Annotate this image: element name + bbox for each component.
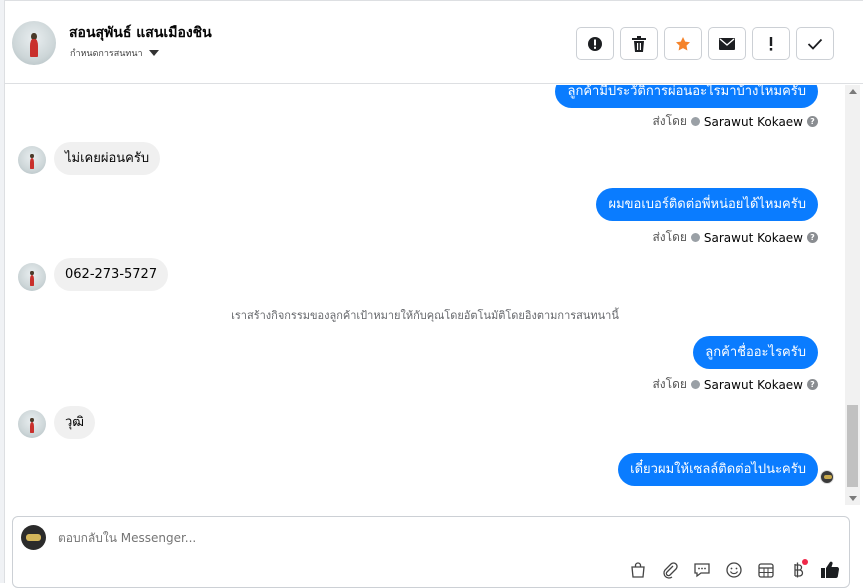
saved-reply-icon[interactable] xyxy=(691,559,713,581)
sent-by-label: ส่งโดย xyxy=(652,114,687,128)
like-icon[interactable] xyxy=(819,559,841,581)
follow-up-button[interactable] xyxy=(752,27,790,60)
composer-toolbar xyxy=(627,559,841,581)
shopping-bag-icon[interactable] xyxy=(627,559,649,581)
outgoing-message[interactable]: เดี๋ยวผมให้เซลล์ติดต่อไปนะครับ xyxy=(618,453,818,486)
star-button[interactable] xyxy=(664,27,702,60)
alert-circle-icon xyxy=(588,36,602,51)
help-icon[interactable]: ? xyxy=(807,116,818,127)
conversation-header: สอนสุพันธ์ แสนเมืองชิน กำหนดการสนทนา xyxy=(5,0,863,84)
contact-name[interactable]: สอนสุพันธ์ แสนเมืองชิน xyxy=(69,22,212,44)
delete-button[interactable] xyxy=(620,27,658,60)
star-icon xyxy=(676,36,690,50)
scrollbar-thumb[interactable] xyxy=(847,405,858,487)
sent-by-label: ส่งโดย xyxy=(652,377,687,391)
thread-scrollbar[interactable] xyxy=(845,85,860,505)
sent-by-info: ส่งโดย Sarawut Kokaew ? xyxy=(652,112,818,131)
exclamation-icon xyxy=(769,36,773,51)
sender-name: Sarawut Kokaew xyxy=(703,114,803,129)
reply-input[interactable] xyxy=(58,531,558,545)
contact-avatar-small[interactable] xyxy=(18,410,46,438)
emoji-icon[interactable] xyxy=(723,559,745,581)
contact-avatar-small[interactable] xyxy=(18,146,46,174)
incoming-message[interactable]: 062-273-5727 xyxy=(54,258,169,291)
outgoing-message[interactable]: ผมขอเบอร์ติดต่อพี่หน่อยได้ไหมครับ xyxy=(596,188,818,221)
incoming-message[interactable]: ไม่เคยผ่อนครับ xyxy=(54,142,161,175)
incoming-message[interactable]: วุฒิ xyxy=(54,406,96,439)
header-actions xyxy=(576,27,834,60)
spam-button[interactable] xyxy=(576,27,614,60)
notification-dot xyxy=(802,559,808,565)
message-thread[interactable]: ลูกค้ามีประวัติการผ่อนอะไรมาบ้างไหมครับ … xyxy=(5,85,845,505)
trash-icon xyxy=(632,35,646,52)
outgoing-message[interactable]: ลูกค้าชื่ออะไรครับ xyxy=(693,336,818,369)
sender-name: Sarawut Kokaew xyxy=(703,230,803,245)
envelope-icon xyxy=(719,37,735,50)
sender-name: Sarawut Kokaew xyxy=(703,377,803,392)
mark-unread-button[interactable] xyxy=(708,27,746,60)
help-icon[interactable]: ? xyxy=(807,232,818,243)
verified-dot-icon xyxy=(690,117,700,126)
scroll-up-arrow-icon[interactable] xyxy=(849,89,857,94)
conversation-status-dropdown[interactable]: กำหนดการสนทนา xyxy=(70,46,159,60)
help-icon[interactable]: ? xyxy=(807,379,818,390)
sent-by-info: ส่งโดย Sarawut Kokaew ? xyxy=(652,228,818,247)
check-icon xyxy=(807,38,823,50)
conversation-status-label: กำหนดการสนทนา xyxy=(70,49,143,59)
seen-avatar xyxy=(820,470,834,484)
outgoing-message[interactable]: ลูกค้ามีประวัติการผ่อนอะไรมาบ้างไหมครับ xyxy=(555,85,818,108)
sent-by-info: ส่งโดย Sarawut Kokaew ? xyxy=(652,375,818,394)
calendar-icon[interactable] xyxy=(755,559,777,581)
contact-avatar[interactable] xyxy=(12,21,56,65)
baht-icon[interactable] xyxy=(787,559,809,581)
scroll-down-arrow-icon[interactable] xyxy=(849,496,857,501)
paperclip-icon[interactable] xyxy=(659,559,681,581)
verified-dot-icon xyxy=(690,380,700,389)
sent-by-label: ส่งโดย xyxy=(652,230,687,244)
reply-composer xyxy=(12,516,850,588)
page-avatar xyxy=(21,525,46,550)
verified-dot-icon xyxy=(690,233,700,242)
contact-avatar-small[interactable] xyxy=(18,263,46,291)
caret-down-icon xyxy=(148,50,159,56)
done-button[interactable] xyxy=(796,27,834,60)
system-note: เราสร้างกิจกรรมของลูกค้าเป้าหมายให้กับคุ… xyxy=(231,309,619,322)
